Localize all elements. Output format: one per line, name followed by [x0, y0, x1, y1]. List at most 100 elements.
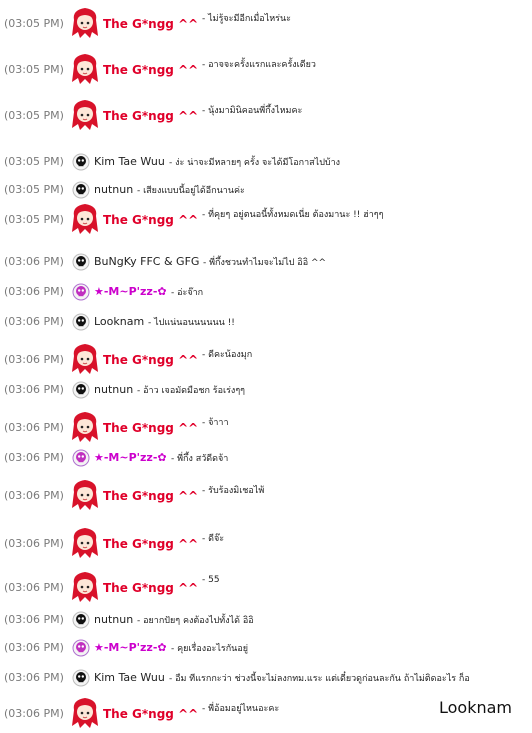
message-text: - อาจจะครั้งแรกและครั้งเดียว [202, 60, 316, 70]
timestamp: (03:06 PM) [4, 421, 64, 434]
chat-message: (03:05 PM) The G*ngg ^^ - ที่คุยๆ อยู่ตนอ… [0, 204, 532, 234]
timestamp: (03:06 PM) [4, 537, 64, 550]
username[interactable]: Looknam [94, 315, 144, 328]
message-text: - พี่อ้อมอยู่ไหนอะคะ [202, 704, 280, 714]
timestamp: (03:05 PM) [4, 63, 64, 76]
red-hair-girl-avatar[interactable] [70, 342, 100, 376]
message-text: - 55 [202, 575, 220, 585]
username[interactable]: The G*ngg ^^ [103, 17, 198, 31]
chat-message: (03:05 PM) Kim Tae Wuu - ง่ะ น่าจะมีหลายๆ… [0, 152, 532, 172]
message-text: - ที่คุยๆ อยู่ตนอนี้ทั้งหมดเนี่ย ต้องมาน… [202, 210, 384, 220]
skull-face-icon[interactable] [72, 669, 90, 687]
timestamp: (03:06 PM) [4, 255, 64, 268]
skull-face-icon[interactable] [72, 253, 90, 271]
message-text: - ง่ะ น่าจะมีหลายๆ ครั้ง จะได้มีโอกาสไปบ… [169, 158, 341, 168]
chat-message: (03:06 PM) nutnun - อยากปัยๆ คงต้องไปทั้ง… [0, 610, 532, 630]
pink-skull-icon[interactable] [72, 449, 90, 467]
chat-message: (03:06 PM) ★-M~P'zz-✿ - พี่กึ้ง สวัดีดจ้า [0, 448, 532, 468]
chat-message: (03:06 PM) The G*ngg ^^ - จ้าาา [0, 412, 532, 442]
chat-message: (03:06 PM) The G*ngg ^^ - 55 [0, 572, 532, 602]
chat-message: (03:06 PM) Kim Tae Wuu - อืม ทีแรกกะว่า ช… [0, 668, 532, 688]
message-text: - ดีคะน้องมุก [202, 350, 253, 360]
chat-message: (03:05 PM) The G*ngg ^^ - ไม่รู้จะมีอีกเม… [0, 8, 532, 38]
red-hair-girl-avatar[interactable] [70, 6, 100, 40]
username[interactable]: The G*ngg ^^ [103, 489, 198, 503]
timestamp: (03:05 PM) [4, 17, 64, 30]
chat-message: (03:06 PM) The G*ngg ^^ - รับร้องมิเชอไพ้ [0, 480, 532, 510]
username[interactable]: The G*ngg ^^ [103, 581, 198, 595]
username[interactable]: The G*ngg ^^ [103, 537, 198, 551]
timestamp: (03:06 PM) [4, 641, 64, 654]
chat-message: (03:06 PM) ★-M~P'zz-✿ - คุยเรื่องอะไรกันอ… [0, 638, 532, 658]
message-text: - นุ้งมามินิคอนพี่กึ้งไหมคะ [202, 106, 303, 116]
timestamp: (03:06 PM) [4, 353, 64, 366]
red-hair-girl-avatar[interactable] [70, 410, 100, 444]
username[interactable]: The G*ngg ^^ [103, 213, 198, 227]
red-hair-girl-avatar[interactable] [70, 570, 100, 604]
chat-message: (03:06 PM) The G*ngg ^^ - ดีคะน้องมุก [0, 344, 532, 374]
username[interactable]: The G*ngg ^^ [103, 353, 198, 367]
username[interactable]: nutnun [94, 383, 133, 396]
username[interactable]: The G*ngg ^^ [103, 707, 198, 721]
timestamp: (03:06 PM) [4, 581, 64, 594]
timestamp: (03:06 PM) [4, 315, 64, 328]
red-hair-girl-avatar[interactable] [70, 526, 100, 560]
username[interactable]: ★-M~P'zz-✿ [94, 285, 167, 298]
pink-skull-icon[interactable] [72, 639, 90, 657]
red-hair-girl-avatar[interactable] [70, 98, 100, 132]
username[interactable]: ★-M~P'zz-✿ [94, 641, 167, 654]
red-hair-girl-avatar[interactable] [70, 202, 100, 236]
timestamp: (03:05 PM) [4, 109, 64, 122]
message-text: - อยากปัยๆ คงต้องไปทั้งได้ อิอิ [137, 616, 254, 626]
message-text: - เสียงแบบนี้อยู่ได้อีกนานค่ะ [137, 186, 245, 196]
chat-message: (03:05 PM) nutnun - เสียงแบบนี้อยู่ได้อีก… [0, 180, 532, 200]
skull-face-icon[interactable] [72, 611, 90, 629]
chat-message: (03:06 PM) ★-M~P'zz-✿ - อ่ะจ๊าก [0, 282, 532, 302]
message-text: - อ่ะจ๊าก [171, 288, 204, 298]
timestamp: (03:06 PM) [4, 613, 64, 626]
message-text: - อืม ทีแรกกะว่า ช่วงนี้จะไม่ลงกทม.แระ แ… [169, 674, 470, 684]
message-text: - คุยเรื่องอะไรกันอยู่ [171, 644, 248, 654]
timestamp: (03:06 PM) [4, 489, 64, 502]
message-text: - ไปแน่นอนนนนนน !! [148, 318, 235, 328]
username[interactable]: The G*ngg ^^ [103, 421, 198, 435]
timestamp: (03:06 PM) [4, 285, 64, 298]
message-text: - จ้าาา [202, 418, 229, 428]
username[interactable]: BuNgKy FFC & GFG [94, 255, 199, 268]
message-text: - รับร้องมิเชอไพ้ [202, 486, 265, 496]
username[interactable]: nutnun [94, 183, 133, 196]
skull-face-icon[interactable] [72, 181, 90, 199]
username[interactable]: Kim Tae Wuu [94, 155, 165, 168]
message-text: - อ้าว เจอมัดมือชก ร้อเร่งๆๆ [137, 386, 245, 396]
red-hair-girl-avatar[interactable] [70, 478, 100, 512]
skull-face-icon[interactable] [72, 153, 90, 171]
username[interactable]: The G*ngg ^^ [103, 109, 198, 123]
skull-face-icon[interactable] [72, 381, 90, 399]
chat-message: (03:05 PM) The G*ngg ^^ - อาจจะครั้งแรกแล… [0, 54, 532, 84]
message-text: - ไม่รู้จะมีอีกเมื่อไหร่นะ [202, 14, 291, 24]
pink-skull-icon[interactable] [72, 283, 90, 301]
message-text: - ดีจ๊ะ [202, 534, 225, 544]
username[interactable]: Kim Tae Wuu [94, 671, 165, 684]
timestamp: (03:05 PM) [4, 213, 64, 226]
chat-message: (03:05 PM) The G*ngg ^^ - นุ้งมามินิคอนพี… [0, 100, 532, 130]
hover-tooltip: Looknam [437, 697, 519, 719]
username[interactable]: The G*ngg ^^ [103, 63, 198, 77]
chat-message: (03:06 PM) The G*ngg ^^ - ดีจ๊ะ [0, 528, 532, 558]
timestamp: (03:06 PM) [4, 451, 64, 464]
timestamp: (03:05 PM) [4, 155, 64, 168]
timestamp: (03:06 PM) [4, 707, 64, 720]
username[interactable]: ★-M~P'zz-✿ [94, 451, 167, 464]
message-text: - พี่กึ้ง สวัดีดจ้า [171, 454, 229, 464]
chat-log: (03:05 PM) The G*ngg ^^ - ไม่รู้จะมีอีกเม… [0, 0, 532, 728]
red-hair-girl-avatar[interactable] [70, 696, 100, 730]
username[interactable]: nutnun [94, 613, 133, 626]
chat-message: (03:06 PM) nutnun - อ้าว เจอมัดมือชก ร้อเ… [0, 380, 532, 400]
message-text: - พี่กึ้งชวนทำไมจะไม่ไป อิอิ ^^ [203, 258, 327, 268]
chat-message: (03:06 PM) BuNgKy FFC & GFG - พี่กึ้งชวนท… [0, 252, 532, 272]
timestamp: (03:06 PM) [4, 383, 64, 396]
red-hair-girl-avatar[interactable] [70, 52, 100, 86]
timestamp: (03:05 PM) [4, 183, 64, 196]
timestamp: (03:06 PM) [4, 671, 64, 684]
skull-face-icon[interactable] [72, 313, 90, 331]
